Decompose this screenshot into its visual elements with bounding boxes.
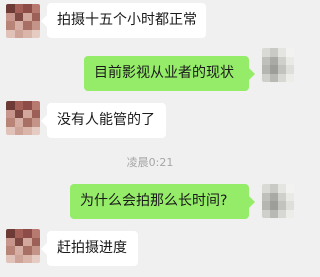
message-bubble-outgoing[interactable]: 为什么会拍那么长时间? (70, 184, 255, 219)
contact-avatar[interactable] (6, 229, 40, 263)
user-avatar[interactable] (262, 48, 294, 82)
message-bubble-incoming[interactable]: 赶拍摄进度 (41, 231, 138, 266)
contact-avatar[interactable] (6, 101, 40, 135)
chat-conversation: 拍摄十五个小时都正常 目前影视从业者的现状 没有人能管的了 凌晨0:21 为什么… (0, 0, 300, 277)
message-bubble-incoming[interactable]: 没有人能管的了 (41, 103, 166, 138)
message-bubble-outgoing[interactable]: 目前影视从业者的现状 (84, 56, 255, 91)
message-bubble-incoming[interactable]: 拍摄十五个小时都正常 (41, 3, 206, 38)
message-timestamp: 凌晨0:21 (126, 156, 174, 169)
contact-avatar[interactable] (6, 4, 40, 38)
user-avatar[interactable] (262, 184, 294, 218)
